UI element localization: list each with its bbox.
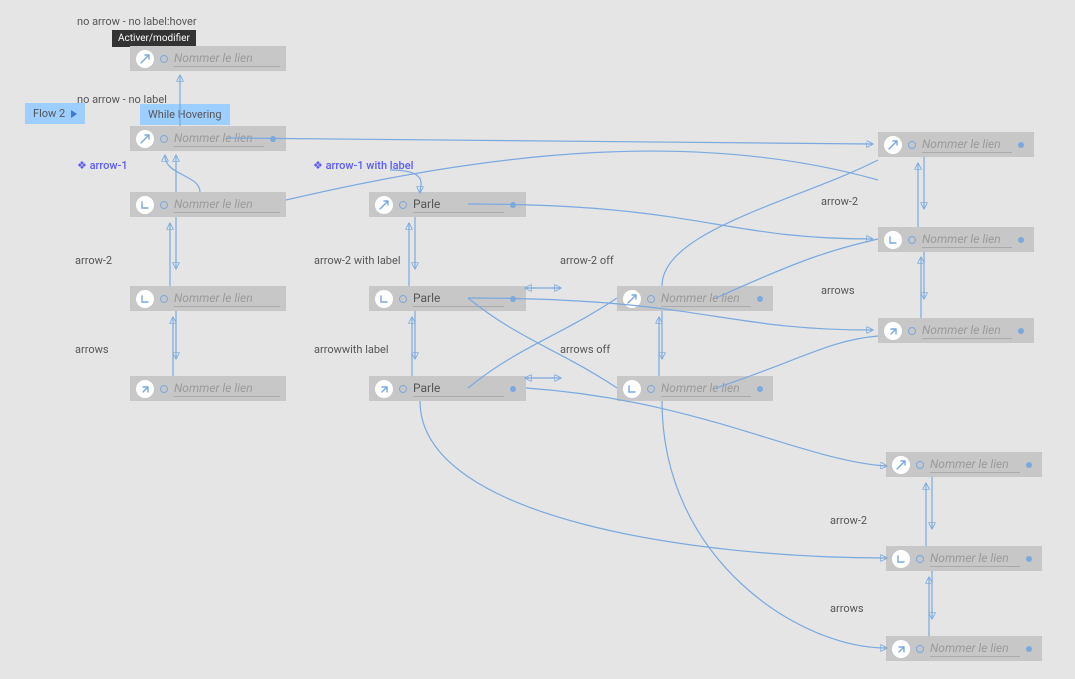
link-name-input[interactable]: Nommer le lien [930,641,1020,657]
ext-icon [892,640,910,658]
link-card-c5[interactable]: Nommer le lien [130,376,286,401]
ring-icon [916,555,924,563]
link-name-input[interactable]: Nommer le lien [174,51,280,67]
label-arrow2-mid: arrow-2 with label [314,254,401,267]
link-card-c10[interactable]: Nommer le lien [617,376,773,401]
ring-icon [160,55,168,63]
label-no-arrow-hover: no arrow - no label:hover [77,15,197,28]
ring-icon [160,385,168,393]
arrow-icon [623,290,641,308]
link-dot [510,202,516,208]
link-card-c6[interactable]: Parle [369,192,526,217]
link-card-c11[interactable]: Nommer le lien [878,132,1034,157]
link-card-c4[interactable]: Nommer le lien [130,286,286,311]
ring-icon [399,201,407,209]
ext-icon [136,380,154,398]
arrow-icon [136,50,154,68]
ext-icon [375,380,393,398]
link-name-input[interactable]: Parle [413,291,504,307]
link-card-c14[interactable]: Nommer le lien [886,452,1042,477]
ring-icon [647,295,655,303]
comp-arrow1-label[interactable]: arrow-1 with label [313,159,413,172]
label-arrows-off: arrows off [560,343,610,356]
label-arrow2-left: arrow-2 [75,254,112,267]
arrow-icon [136,130,154,148]
tooltip-activate: Activer/modifier [112,30,196,47]
link-name-input[interactable]: Nommer le lien [922,232,1012,248]
link-name-input[interactable]: Nommer le lien [930,551,1020,567]
arrow-icon [375,196,393,214]
link-name-input[interactable]: Parle [413,197,504,213]
label-arrow2-r1: arrow-2 [821,195,858,208]
comp-arrow1[interactable]: arrow-1 [77,159,128,172]
link-card-c16[interactable]: Nommer le lien [886,636,1042,661]
link-name-input[interactable]: Nommer le lien [174,291,280,307]
link-dot [1018,237,1024,243]
link-card-c2[interactable]: Nommer le lien [130,126,286,151]
link-name-input[interactable]: Nommer le lien [922,323,1012,339]
link-card-c9[interactable]: Nommer le lien [617,286,773,311]
link-card-c3[interactable]: Nommer le lien [130,192,286,217]
play-icon [71,110,77,118]
ring-icon [908,327,916,335]
ring-icon [916,645,924,653]
ring-icon [399,295,407,303]
ring-icon [160,201,168,209]
link-card-c8[interactable]: Parle [369,376,526,401]
link-dot [510,296,516,302]
link-name-input[interactable]: Nommer le lien [661,291,751,307]
link-name-input[interactable]: Parle [413,381,504,397]
link-name-input[interactable]: Nommer le lien [930,457,1020,473]
link-dot [757,296,763,302]
arrow-icon [892,456,910,474]
label-arrows-r1: arrows [821,284,855,297]
ring-icon [160,295,168,303]
corner-icon [892,550,910,568]
link-card-c15[interactable]: Nommer le lien [886,546,1042,571]
label-arrow2-off: arrow-2 off [560,254,614,267]
label-arrows-r2: arrows [830,602,864,615]
link-dot [1026,462,1032,468]
link-name-input[interactable]: Nommer le lien [661,381,751,397]
label-arrows-left: arrows [75,343,109,356]
ext-icon [884,322,902,340]
link-card-c7[interactable]: Parle [369,286,526,311]
corner-icon [136,196,154,214]
link-name-input[interactable]: Nommer le lien [174,197,280,213]
link-name-input[interactable]: Nommer le lien [174,381,280,397]
ring-icon [160,135,168,143]
link-dot [1026,556,1032,562]
label-arrow2-r2: arrow-2 [830,514,867,527]
corner-icon [884,231,902,249]
link-dot [510,386,516,392]
ring-icon [399,385,407,393]
link-card-c12[interactable]: Nommer le lien [878,227,1034,252]
ring-icon [908,141,916,149]
ring-icon [908,236,916,244]
flow-badge[interactable]: Flow 2 [25,103,85,124]
link-name-input[interactable]: Nommer le lien [922,137,1012,153]
link-card-c13[interactable]: Nommer le lien [878,318,1034,343]
link-dot [1018,328,1024,334]
corner-icon [136,290,154,308]
link-dot [1018,142,1024,148]
link-dot [1026,646,1032,652]
link-name-input[interactable]: Nommer le lien [174,131,264,147]
link-card-c1[interactable]: Nommer le lien [130,46,286,71]
flow-label: Flow 2 [33,107,65,120]
corner-icon [375,290,393,308]
corner-icon [623,380,641,398]
arrow-icon [884,136,902,154]
link-dot [757,386,763,392]
label-arrows-mid: arrowwith label [314,343,389,356]
hover-badge: While Hovering [140,104,230,125]
link-dot [270,136,276,142]
ring-icon [647,385,655,393]
ring-icon [916,461,924,469]
